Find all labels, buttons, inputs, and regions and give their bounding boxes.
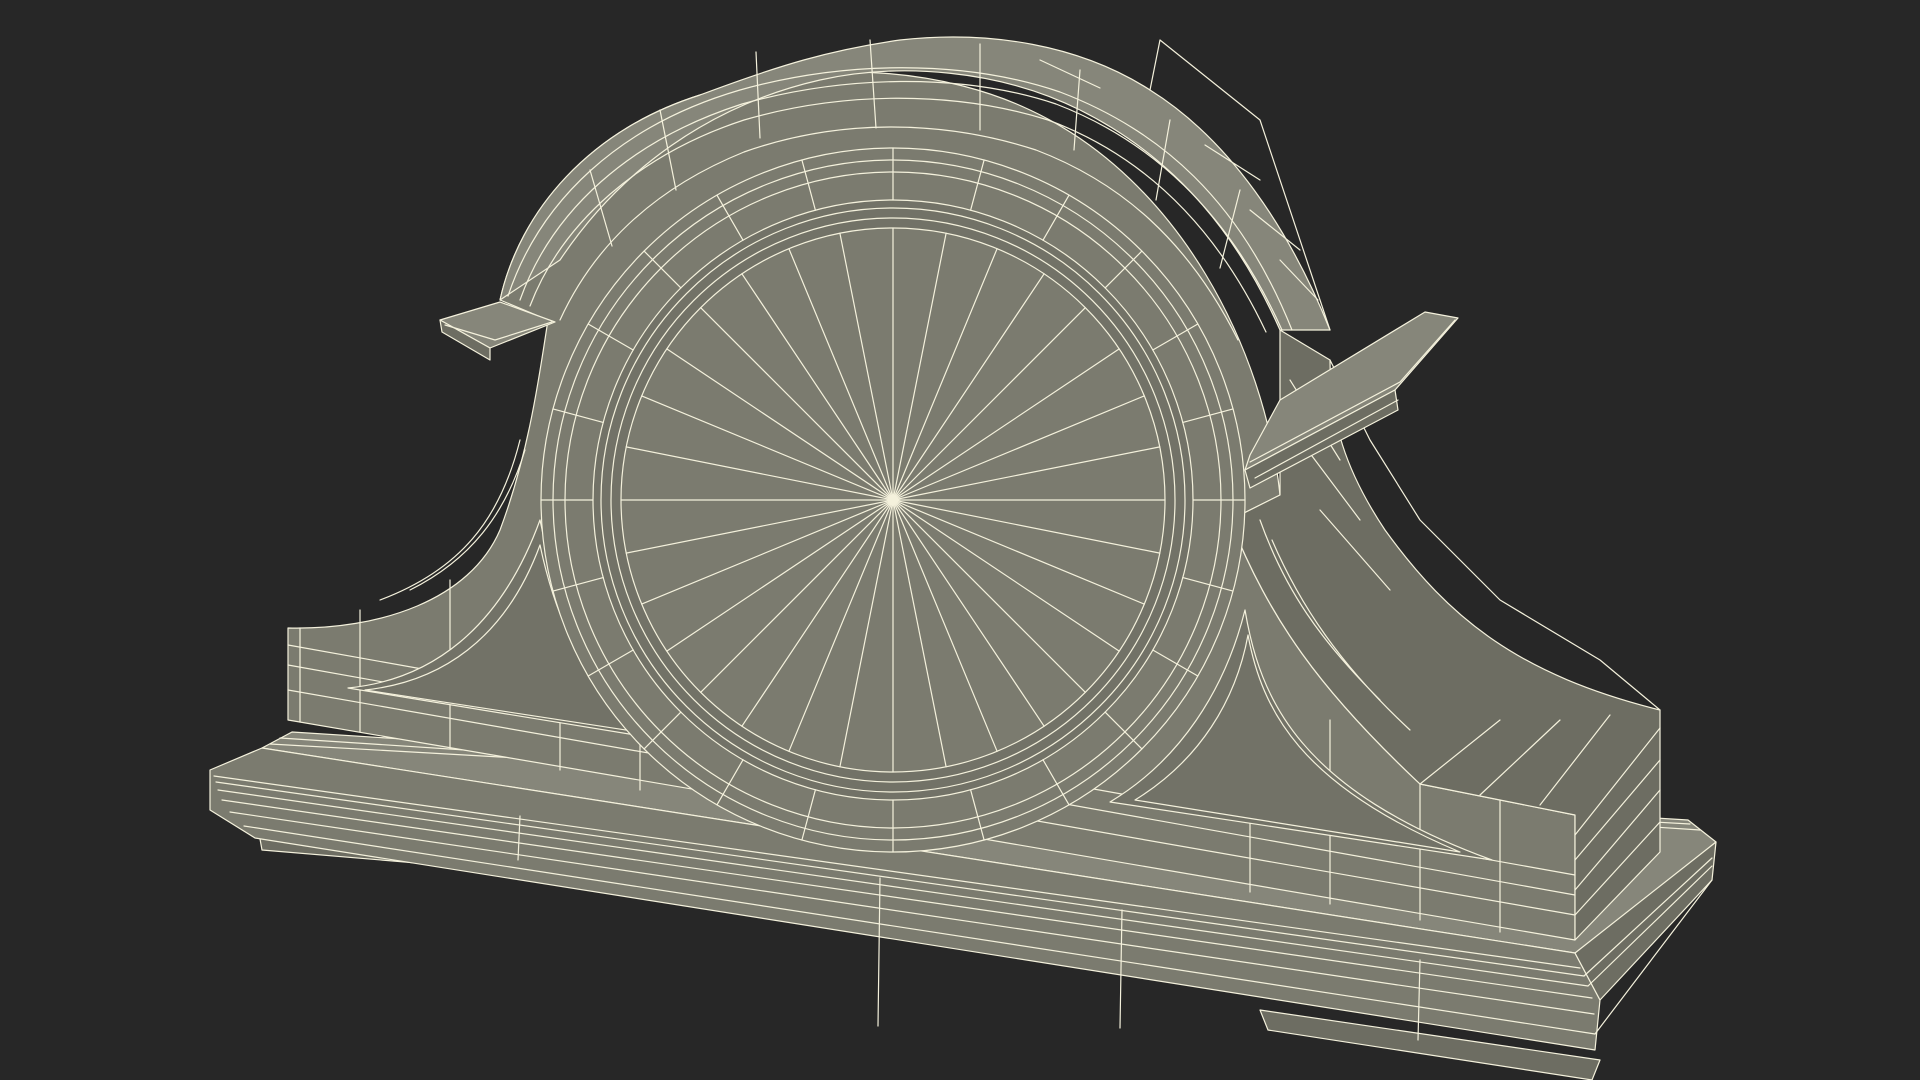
wireframe-render [0, 0, 1920, 1080]
dial-center [890, 497, 896, 503]
model-viewport[interactable] [0, 0, 1920, 1080]
clock-dial [540, 147, 1246, 853]
